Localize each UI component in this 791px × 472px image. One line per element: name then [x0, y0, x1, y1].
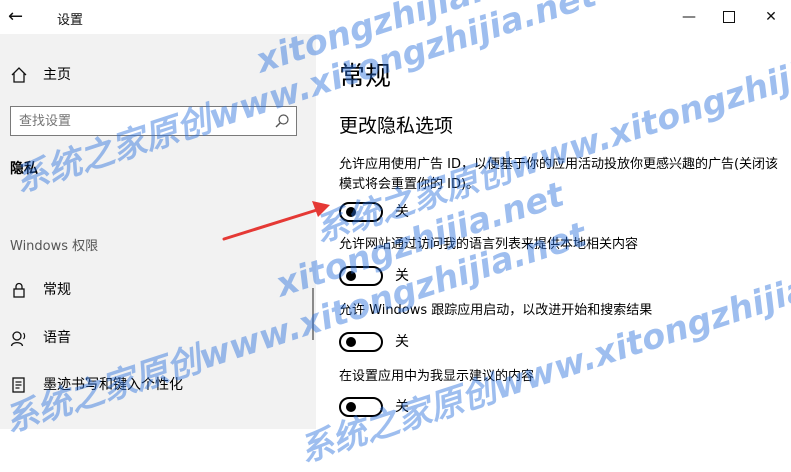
sidebar-item-label: 常规: [43, 282, 71, 298]
toggle-knob: [346, 337, 356, 347]
title-bar: ← 设置 — ✕: [0, 0, 791, 34]
speech-icon: [10, 331, 26, 347]
app-launch-tracking-description: 允许 Windows 跟踪应用启动，以改进开始和搜索结果: [339, 303, 653, 318]
toggle-knob: [346, 402, 356, 412]
sidebar-item-label: 语音: [43, 330, 71, 346]
app-launch-tracking-toggle[interactable]: [339, 332, 383, 352]
sidebar-item-label: 主页: [43, 67, 71, 83]
toggle-knob: [346, 207, 356, 217]
toggle-state-label: 关: [395, 399, 409, 415]
maximize-button[interactable]: [717, 6, 741, 28]
search-icon[interactable]: [274, 113, 290, 129]
toggle-state-label: 关: [395, 334, 409, 350]
home-icon: [11, 67, 27, 83]
sidebar-group-header: Windows 权限: [10, 239, 99, 254]
toggle-knob: [346, 271, 356, 281]
suggested-content-description: 在设置应用中为我显示建议的内容: [339, 369, 535, 384]
advertising-id-toggle[interactable]: [339, 202, 383, 222]
ink-typing-icon: [12, 377, 25, 393]
language-list-description: 允许网站通过访问我的语言列表来提供本地相关内容: [339, 237, 639, 252]
toggle-state-label: 关: [395, 204, 409, 220]
section-subheading: 更改隐私选项: [339, 115, 454, 137]
close-button[interactable]: ✕: [759, 6, 783, 28]
sidebar-item-label: 墨迹书写和键入个性化: [43, 377, 183, 393]
minimize-button[interactable]: —: [677, 6, 701, 28]
back-button[interactable]: ←: [8, 6, 32, 28]
sidebar-section-title: 隐私: [10, 161, 38, 177]
suggested-content-toggle[interactable]: [339, 397, 383, 417]
main-content: 常规 更改隐私选项 允许应用使用广告 ID，以便基于你的应用活动投放你更感兴趣的…: [316, 34, 791, 429]
lock-icon: [13, 282, 25, 298]
sidebar-item-inking-typing[interactable]: 墨迹书写和键入个性化: [10, 375, 300, 395]
window-title: 设置: [57, 13, 84, 28]
search-box[interactable]: [10, 106, 297, 136]
sidebar-item-speech[interactable]: 语音: [10, 328, 300, 348]
maximize-icon: [723, 11, 735, 23]
language-list-toggle[interactable]: [339, 266, 383, 286]
sidebar-scrollbar[interactable]: [312, 288, 314, 340]
sidebar-item-home[interactable]: 主页: [10, 66, 290, 84]
toggle-state-label: 关: [395, 268, 409, 284]
advertising-id-description: 允许应用使用广告 ID，以便基于你的应用活动投放你更感兴趣的广告(关闭该模式将会…: [339, 157, 779, 192]
search-input[interactable]: [19, 111, 259, 131]
sidebar-item-general[interactable]: 常规: [10, 280, 300, 300]
sidebar: [0, 34, 316, 429]
page-title: 常规: [339, 62, 392, 92]
